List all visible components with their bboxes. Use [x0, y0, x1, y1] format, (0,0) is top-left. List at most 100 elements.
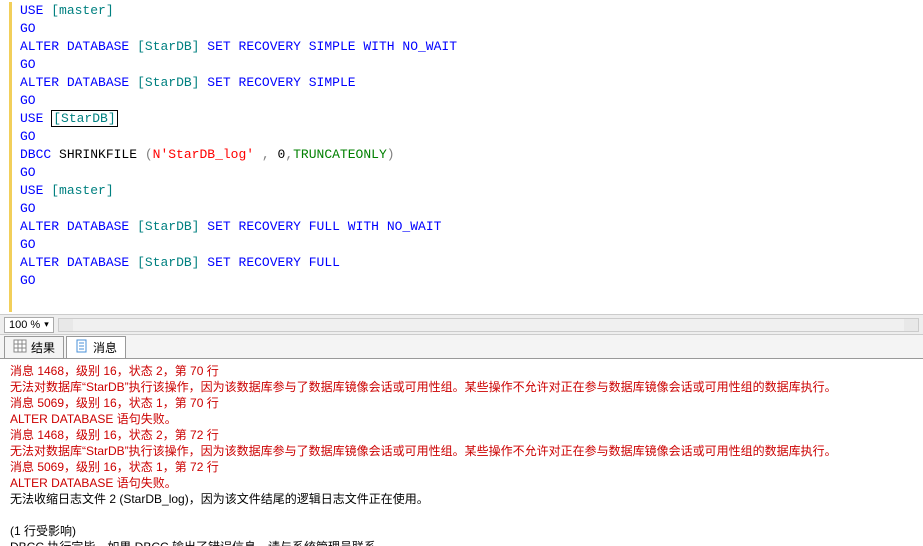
code-line[interactable]: ALTER DATABASE [StarDB] SET RECOVERY SIM…: [20, 38, 923, 56]
message-line: 消息 1468，级别 16，状态 2，第 72 行: [10, 427, 913, 443]
code-token: GO: [20, 57, 36, 72]
code-token: FULL: [309, 255, 340, 270]
code-token: [59, 39, 67, 54]
code-line[interactable]: ALTER DATABASE [StarDB] SET RECOVERY FUL…: [20, 218, 923, 236]
code-line[interactable]: GO: [20, 272, 923, 290]
code-token: N'StarDB_log': [153, 147, 254, 162]
code-token: WITH: [348, 219, 379, 234]
code-token: RECOVERY: [239, 219, 301, 234]
code-token: [StarDB]: [137, 219, 199, 234]
editor-gutter: [0, 2, 14, 312]
code-token: [StarDB]: [51, 110, 117, 127]
code-token: [StarDB]: [137, 75, 199, 90]
code-line[interactable]: GO: [20, 236, 923, 254]
code-token: [59, 75, 67, 90]
code-token: [254, 147, 262, 162]
code-line[interactable]: USE [master]: [20, 182, 923, 200]
code-line[interactable]: ALTER DATABASE [StarDB] SET RECOVERY FUL…: [20, 254, 923, 272]
code-token: [59, 219, 67, 234]
message-line: 消息 1468，级别 16，状态 2，第 70 行: [10, 363, 913, 379]
code-token: NO_WAIT: [387, 219, 442, 234]
message-line: 消息 5069，级别 16，状态 1，第 70 行: [10, 395, 913, 411]
horizontal-scrollbar[interactable]: [58, 318, 919, 332]
code-token: GO: [20, 93, 36, 108]
code-token: [StarDB]: [137, 39, 199, 54]
messages-pane[interactable]: 消息 1468，级别 16，状态 2，第 70 行无法对数据库“StarDB”执…: [0, 359, 923, 546]
grid-icon: [13, 339, 27, 356]
code-token: [master]: [51, 183, 113, 198]
message-line: 无法收缩日志文件 2 (StarDB_log)，因为该文件结尾的逻辑日志文件正在…: [10, 491, 913, 507]
message-line: ALTER DATABASE 语句失败。: [10, 411, 913, 427]
code-token: [301, 255, 309, 270]
code-line[interactable]: GO: [20, 92, 923, 110]
code-line[interactable]: GO: [20, 200, 923, 218]
code-token: [301, 219, 309, 234]
code-token: WITH: [363, 39, 394, 54]
code-token: [129, 75, 137, 90]
code-token: SET: [207, 255, 230, 270]
code-token: ): [387, 147, 395, 162]
code-line[interactable]: ALTER DATABASE [StarDB] SET RECOVERY SIM…: [20, 74, 923, 92]
tab-results-label: 结果: [31, 339, 55, 356]
message-line: 消息 5069，级别 16，状态 1，第 72 行: [10, 459, 913, 475]
code-line[interactable]: USE [StarDB]: [20, 110, 923, 128]
message-line: ALTER DATABASE 语句失败。: [10, 475, 913, 491]
code-token: ,: [285, 147, 293, 162]
code-token: DBCC: [20, 147, 51, 162]
code-token: DATABASE: [67, 219, 129, 234]
code-token: USE: [20, 183, 43, 198]
code-token: (: [145, 147, 153, 162]
code-token: NO_WAIT: [402, 39, 457, 54]
code-token: [231, 219, 239, 234]
code-token: [StarDB]: [137, 255, 199, 270]
code-token: 0: [270, 147, 286, 162]
code-token: ,: [262, 147, 270, 162]
code-line[interactable]: GO: [20, 56, 923, 74]
code-token: [231, 75, 239, 90]
code-line[interactable]: DBCC SHRINKFILE (N'StarDB_log' , 0,TRUNC…: [20, 146, 923, 164]
code-token: USE: [20, 111, 43, 126]
code-token: GO: [20, 165, 36, 180]
code-token: SIMPLE: [309, 75, 356, 90]
code-token: USE: [20, 3, 43, 18]
code-token: DATABASE: [67, 39, 129, 54]
code-token: RECOVERY: [239, 75, 301, 90]
execution-marker-bar: [9, 2, 12, 312]
code-token: DATABASE: [67, 75, 129, 90]
code-token: SET: [207, 39, 230, 54]
code-token: [59, 255, 67, 270]
code-token: SET: [207, 75, 230, 90]
code-token: [301, 39, 309, 54]
message-line: 无法对数据库“StarDB”执行该操作，因为该数据库参与了数据库镜像会话或可用性…: [10, 379, 913, 395]
code-token: FULL: [309, 219, 340, 234]
code-token: SIMPLE: [309, 39, 356, 54]
code-token: DATABASE: [67, 255, 129, 270]
zoom-dropdown[interactable]: 100 % ▾: [4, 317, 54, 333]
code-line[interactable]: GO: [20, 128, 923, 146]
code-line[interactable]: USE [master]: [20, 2, 923, 20]
message-line: [10, 507, 913, 523]
code-token: TRUNCATEONLY: [293, 147, 387, 162]
code-token: [231, 255, 239, 270]
code-token: RECOVERY: [239, 39, 301, 54]
code-token: [129, 255, 137, 270]
code-token: GO: [20, 21, 36, 36]
code-token: ALTER: [20, 219, 59, 234]
code-token: SET: [207, 219, 230, 234]
tab-messages[interactable]: 消息: [66, 336, 126, 358]
code-token: GO: [20, 273, 36, 288]
code-token: SHRINKFILE: [51, 147, 145, 162]
code-token: ALTER: [20, 255, 59, 270]
editor-status-bar: 100 % ▾: [0, 314, 923, 334]
code-token: [231, 39, 239, 54]
code-line[interactable]: GO: [20, 164, 923, 182]
sql-editor-pane: USE [master]GOALTER DATABASE [StarDB] SE…: [0, 0, 923, 335]
sql-editor-scroll[interactable]: USE [master]GOALTER DATABASE [StarDB] SE…: [0, 0, 923, 314]
code-token: GO: [20, 237, 36, 252]
code-token: GO: [20, 201, 36, 216]
tab-results[interactable]: 结果: [4, 336, 64, 358]
sql-code-area[interactable]: USE [master]GOALTER DATABASE [StarDB] SE…: [14, 2, 923, 312]
message-line: 无法对数据库“StarDB”执行该操作，因为该数据库参与了数据库镜像会话或可用性…: [10, 443, 913, 459]
code-line[interactable]: GO: [20, 20, 923, 38]
code-token: [129, 39, 137, 54]
